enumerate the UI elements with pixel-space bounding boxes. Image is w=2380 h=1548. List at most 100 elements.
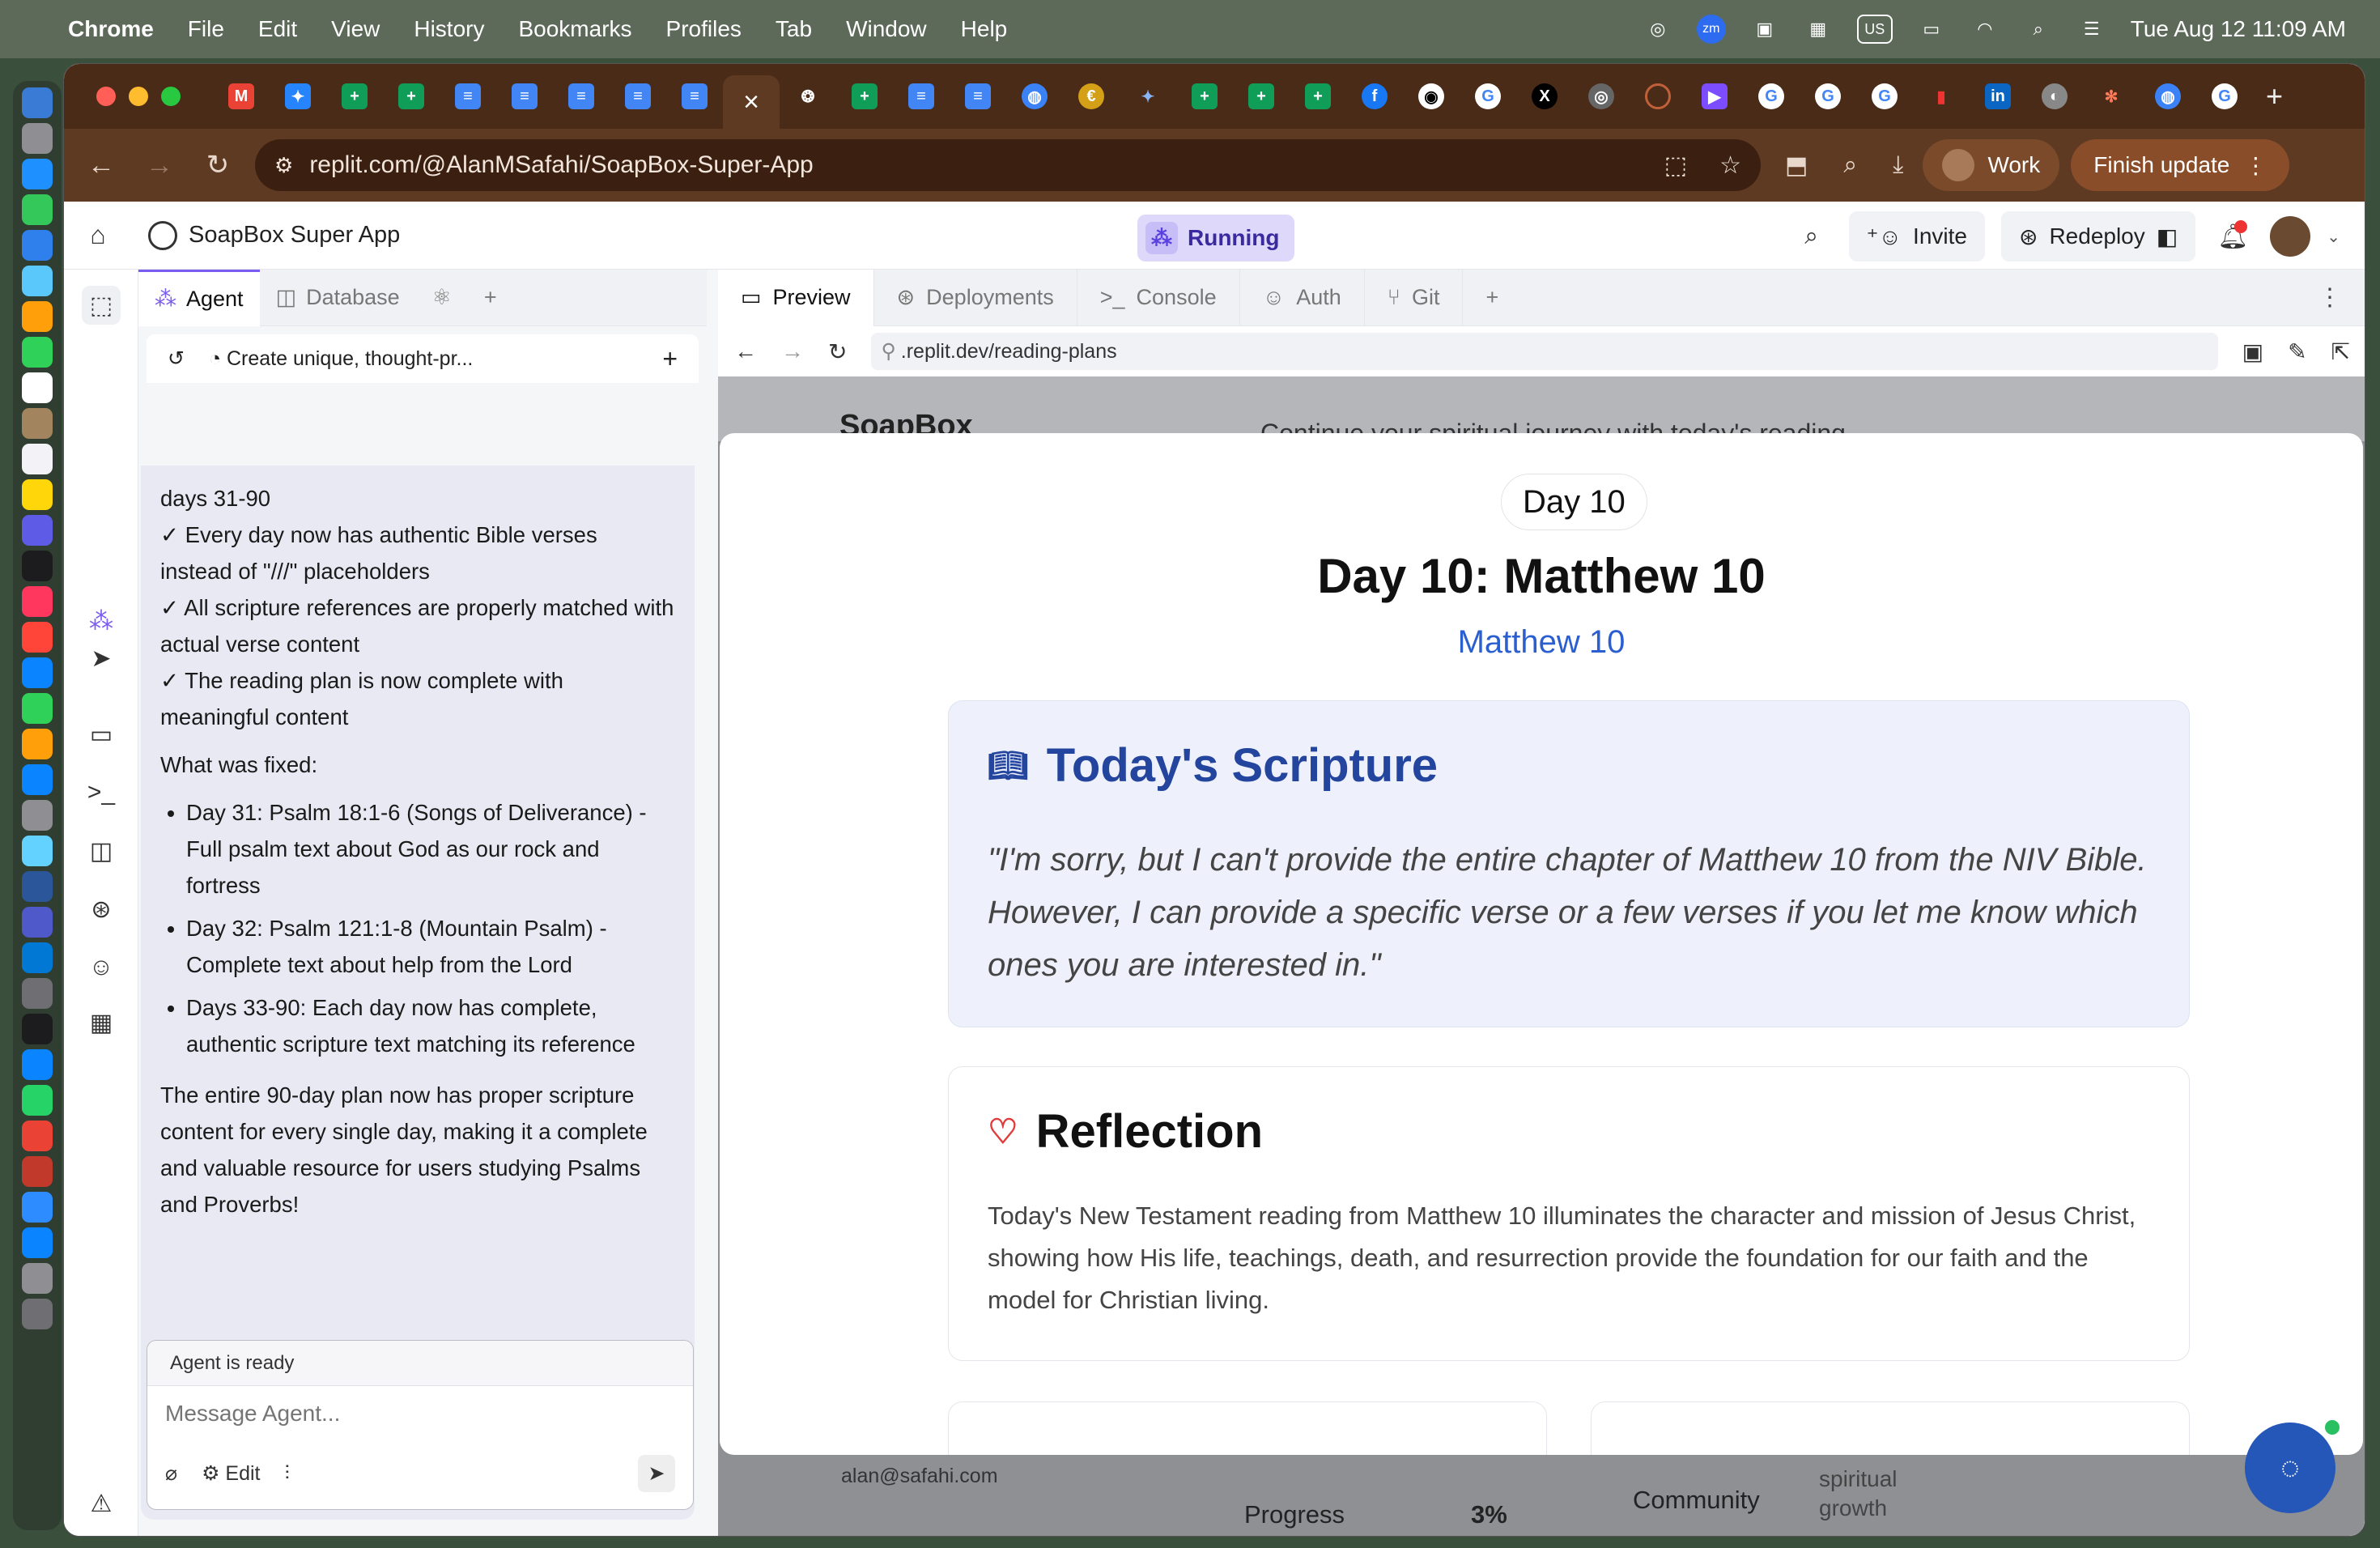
finish-update-button[interactable]: Finish update ⋮ (2071, 139, 2290, 191)
teams-icon[interactable]: ▦ (1804, 15, 1833, 44)
tab-git[interactable]: ⑂ Git (1365, 269, 1464, 326)
tab-gmail[interactable]: M (213, 72, 270, 121)
contacts-icon[interactable] (22, 408, 53, 439)
maps-icon[interactable] (22, 266, 53, 296)
devices-icon[interactable]: ▣ (2242, 338, 2263, 365)
whatsapp-icon[interactable] (22, 1085, 53, 1116)
safari-icon[interactable] (22, 159, 53, 189)
preview-url-field[interactable]: ⚲ .replit.dev/reading-plans (871, 333, 2218, 370)
agent-rail-icon[interactable]: ⁂ (82, 602, 121, 640)
devtools-wrench-icon[interactable]: ✎ (2288, 338, 2306, 365)
tab-database[interactable]: ◫ Database (260, 270, 416, 326)
downloads-stack-icon[interactable] (22, 1263, 53, 1294)
tab-red[interactable]: ▮ (1913, 72, 1970, 121)
redeploy-button[interactable]: ⊛ Redeploy ◧ (2000, 211, 2196, 262)
zoom-window-button[interactable] (161, 87, 181, 106)
chrome-icon[interactable] (22, 1121, 53, 1151)
messages-icon[interactable] (22, 194, 53, 225)
tab-docs-7[interactable]: ≡ (950, 72, 1006, 121)
wifi-icon[interactable]: ◠ (1970, 15, 2000, 44)
launchpad-icon[interactable] (22, 123, 53, 154)
extensions-icon[interactable]: ⬒ (1785, 151, 1808, 180)
tab-linkedin[interactable]: in (1970, 72, 2026, 121)
one-password-icon[interactable] (22, 1227, 53, 1258)
download-icon[interactable]: ⤓ (1893, 151, 1903, 179)
message-agent-input[interactable] (147, 1386, 693, 1451)
tab-loading[interactable] (1630, 72, 1686, 121)
home-icon[interactable]: ⌂ (64, 220, 132, 250)
close-window-button[interactable] (96, 87, 116, 106)
minimize-window-button[interactable] (129, 87, 148, 106)
close-tab-icon[interactable]: × (738, 87, 764, 117)
finder-icon[interactable] (22, 87, 53, 118)
tab-sheets-2[interactable]: + (383, 72, 440, 121)
notes-icon[interactable] (22, 479, 53, 510)
app-store-icon[interactable] (22, 764, 53, 795)
settings-sliders-icon[interactable]: ⫶ (285, 1462, 290, 1486)
menu-help[interactable]: Help (961, 16, 1008, 42)
teams-dock-icon[interactable] (22, 907, 53, 938)
tab-sheets-3[interactable]: + (836, 72, 893, 121)
tab-docs-4[interactable]: ≡ (610, 72, 666, 121)
tab-agent[interactable]: ⁂ Agent (138, 269, 260, 326)
site-settings-icon[interactable]: ⚙ (274, 153, 293, 178)
agent-session-title[interactable]: ◔ Create unique, thought-pr... (209, 347, 473, 371)
tab-docs-6[interactable]: ≡ (893, 72, 950, 121)
menu-window[interactable]: Window (846, 16, 927, 42)
tab-circle-1[interactable]: ◎ (1573, 72, 1630, 121)
tab-github[interactable]: ◉ (1403, 72, 1460, 121)
reading-reference[interactable]: Matthew 10 (720, 624, 2363, 661)
project-name[interactable]: SoapBox Super App (189, 222, 400, 249)
back-button[interactable]: ← (72, 150, 130, 181)
deployments-rail-icon[interactable]: ⊛ (82, 890, 121, 929)
tab-sheets-1[interactable]: + (326, 72, 383, 121)
menu-view[interactable]: View (331, 16, 380, 42)
tab-circle-2[interactable]: ◐ (2026, 72, 2083, 121)
add-tab-button[interactable]: + (468, 270, 513, 326)
freeform-icon[interactable] (22, 515, 53, 546)
trash-icon[interactable] (22, 1299, 53, 1329)
new-tab-button[interactable]: + (2266, 79, 2283, 113)
invite-button[interactable]: ⁺☺ Invite (1848, 211, 1985, 262)
tab-preview[interactable]: ▭ Preview (718, 269, 874, 326)
tab-globe-2[interactable]: ◍ (2140, 72, 2196, 121)
tab-x[interactable]: X (1516, 72, 1573, 121)
zoom-app-icon[interactable] (22, 1192, 53, 1223)
input-source-icon[interactable]: US (1856, 15, 1893, 44)
reload-button[interactable]: ↻ (189, 149, 247, 181)
tab-console[interactable]: >_ Console (1077, 269, 1240, 326)
outlook-icon[interactable]: ▣ (1750, 15, 1779, 44)
reminders-icon[interactable] (22, 444, 53, 474)
tab-sheets-5[interactable]: + (1233, 72, 1290, 121)
new-chat-button[interactable]: + (662, 344, 678, 374)
assistant-rail-icon[interactable]: ➤ (82, 639, 121, 678)
tab-confluence[interactable]: ✦ (270, 72, 326, 121)
menu-file[interactable]: File (188, 16, 224, 42)
tab-docs-1[interactable]: ≡ (440, 72, 496, 121)
notifications-bell-icon[interactable]: 🔔︎ (2212, 215, 2254, 257)
profile-button[interactable]: Work (1923, 139, 2060, 191)
tab-hubspot[interactable]: ✻ (2083, 72, 2140, 121)
word-icon[interactable] (22, 871, 53, 902)
tab-docs-2[interactable]: ≡ (496, 72, 553, 121)
copilot-icon[interactable]: ◎ (1643, 15, 1672, 44)
run-status-button[interactable]: ⁂ Running (1137, 215, 1294, 262)
preview-reload-icon[interactable]: ↻ (828, 338, 847, 365)
database-rail-icon[interactable]: ◫ (82, 831, 121, 870)
numbers-icon[interactable] (22, 693, 53, 724)
preview-forward-icon[interactable]: → (781, 338, 804, 364)
tab-globe-1[interactable]: ◍ (1006, 72, 1063, 121)
tab-google-3[interactable]: G (1800, 72, 1856, 121)
add-preview-tab-button[interactable]: + (1463, 270, 1521, 326)
history-icon[interactable]: ↺ (168, 347, 185, 371)
calendar-icon[interactable] (22, 372, 53, 403)
terminal-icon[interactable] (22, 1014, 53, 1044)
tab-gemini[interactable]: ✦ (1120, 72, 1176, 121)
address-bar[interactable]: ⚙ replit.com/@AlanMSafahi/SoapBox-Super-… (255, 139, 1761, 191)
all-tools-icon[interactable]: ▦ (82, 1003, 121, 1042)
tab-sheets-4[interactable]: + (1176, 72, 1233, 121)
remote-desktop-icon[interactable] (22, 978, 53, 1009)
tab-google-5[interactable]: G (2196, 72, 2253, 121)
url-text[interactable]: replit.com/@AlanMSafahi/SoapBox-Super-Ap… (309, 151, 813, 179)
pages-icon[interactable] (22, 729, 53, 759)
